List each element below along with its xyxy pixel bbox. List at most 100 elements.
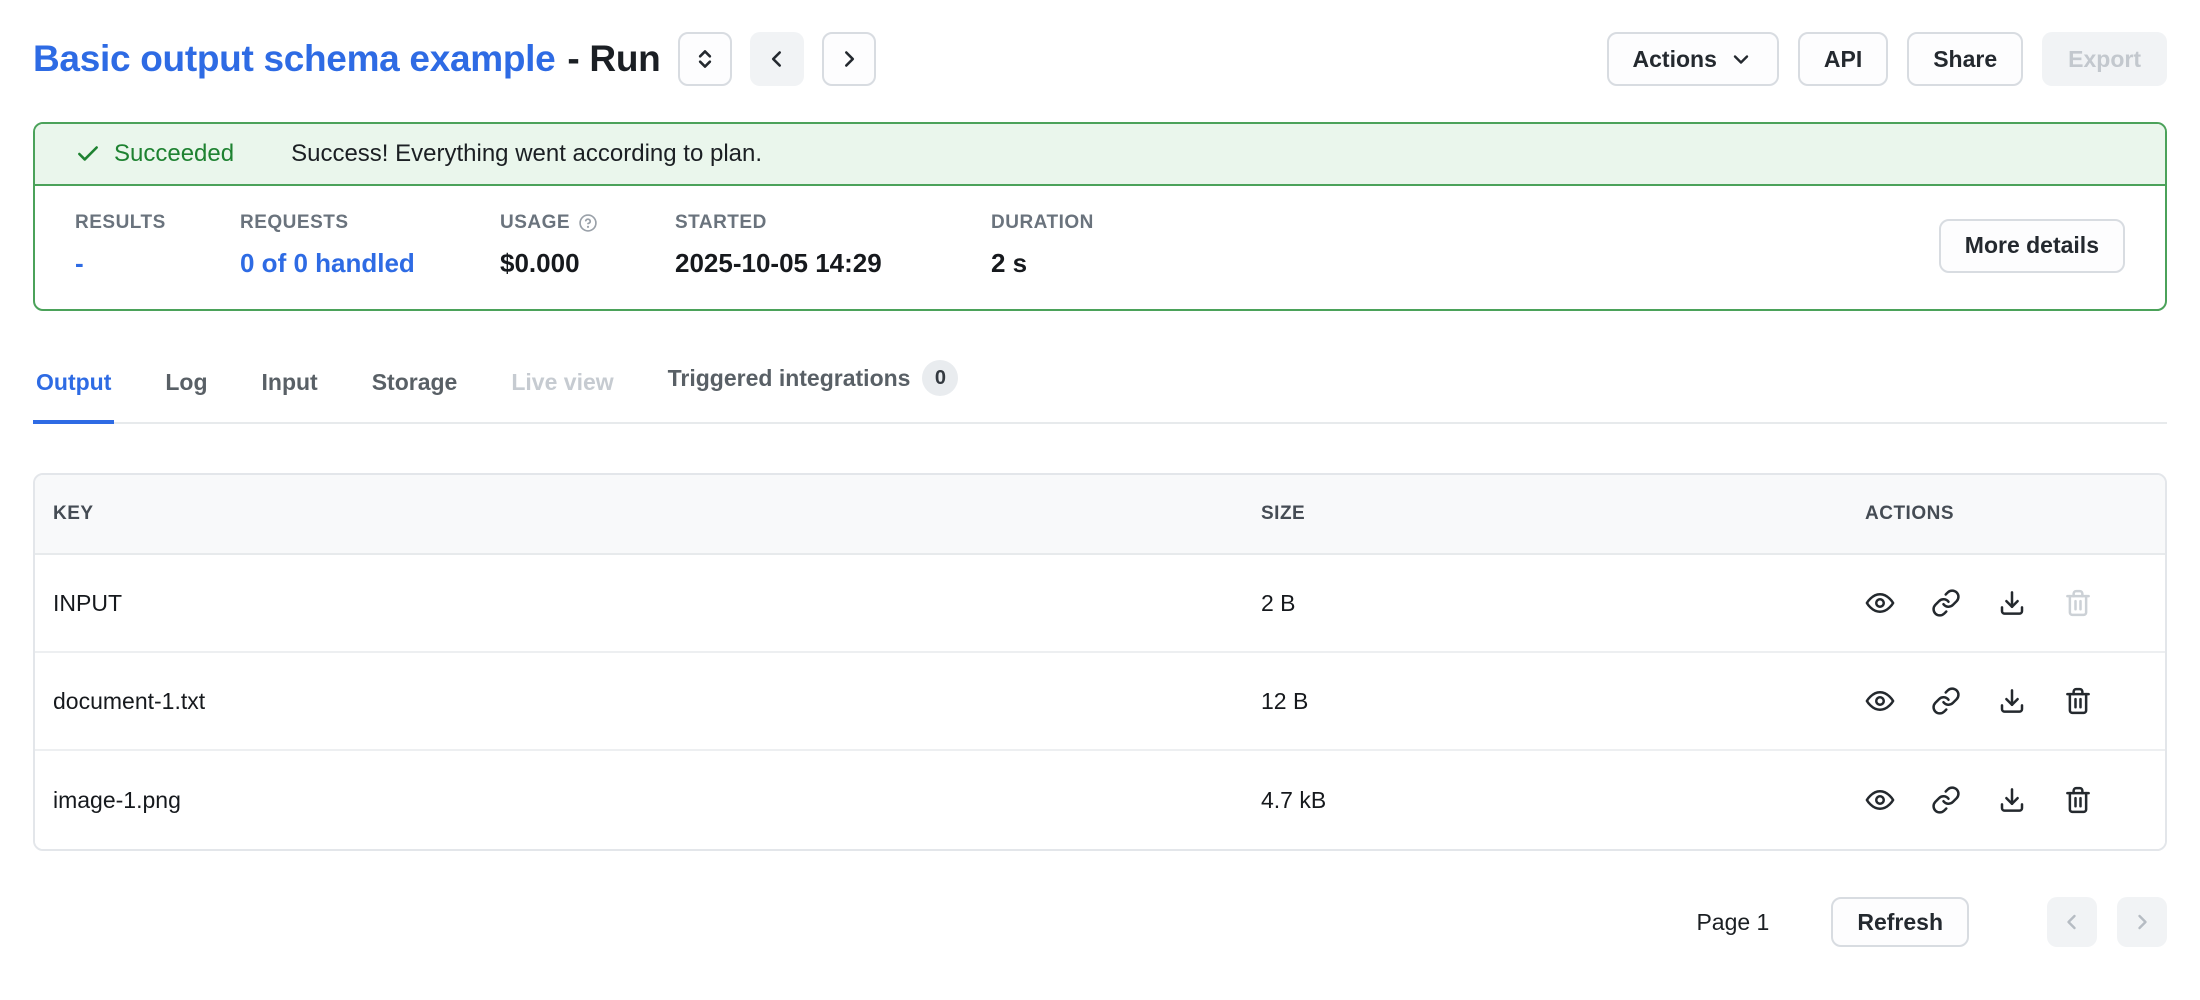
stat-results: Results - [75, 212, 240, 279]
table-row: document-1.txt 12 B [35, 653, 2165, 751]
preview-button[interactable] [1865, 785, 1895, 815]
copy-link-button[interactable] [1931, 588, 1961, 618]
download-icon [1997, 588, 2027, 618]
table-row: INPUT 2 B [35, 555, 2165, 653]
tab-live-view-label: Live view [511, 369, 613, 396]
check-icon [75, 141, 101, 167]
stat-results-value[interactable]: - [75, 248, 240, 279]
refresh-button[interactable]: Refresh [1831, 897, 1969, 947]
tab-input-label: Input [262, 369, 318, 396]
chevron-left-icon [2060, 910, 2084, 934]
header-actions: Actions API Share Export [1607, 32, 2167, 86]
tab-triggered-integrations-label: Triggered integrations [668, 365, 911, 392]
run-tabs: Output Log Input Storage Live view Trigg… [33, 360, 2167, 424]
trash-icon [2063, 588, 2093, 618]
trash-icon [2063, 686, 2093, 716]
row-key[interactable]: document-1.txt [53, 688, 1261, 715]
row-actions [1865, 686, 2147, 716]
stat-requests-label: Requests [240, 212, 500, 234]
page-indicator: Page 1 [1696, 909, 1769, 936]
help-circle-icon[interactable] [578, 213, 598, 233]
link-icon [1931, 588, 1961, 618]
link-icon [1931, 686, 1961, 716]
status-banner: Succeeded Success! Everything went accor… [35, 124, 2165, 186]
tab-output[interactable]: Output [33, 369, 114, 424]
delete-button[interactable] [2063, 686, 2093, 716]
tab-live-view: Live view [508, 369, 616, 424]
download-icon [1997, 686, 2027, 716]
trash-icon [2063, 785, 2093, 815]
chevron-right-icon [836, 46, 862, 72]
title-group: Basic output schema example - Run [33, 32, 876, 86]
download-icon [1997, 785, 2027, 815]
next-run-button[interactable] [822, 32, 876, 86]
more-details-label: More details [1965, 232, 2099, 259]
previous-run-button[interactable] [750, 32, 804, 86]
tab-input[interactable]: Input [259, 369, 321, 424]
copy-link-button[interactable] [1931, 785, 1961, 815]
tab-log-label: Log [165, 369, 207, 396]
eye-icon [1865, 785, 1895, 815]
export-button-label: Export [2068, 46, 2141, 73]
share-button[interactable]: Share [1907, 32, 2023, 86]
top-bar: Basic output schema example - Run Action… [33, 28, 2167, 90]
preview-button[interactable] [1865, 588, 1895, 618]
table-row: image-1.png 4.7 kB [35, 751, 2165, 849]
refresh-button-label: Refresh [1857, 909, 1943, 936]
actions-dropdown-button[interactable]: Actions [1607, 32, 1779, 86]
column-header-size: Size [1261, 503, 1865, 525]
delete-button [2063, 588, 2093, 618]
status-state-label: Succeeded [114, 140, 234, 168]
download-button[interactable] [1997, 785, 2027, 815]
stat-results-label: Results [75, 212, 240, 234]
eye-icon [1865, 588, 1895, 618]
tab-log[interactable]: Log [162, 369, 210, 424]
row-size: 12 B [1261, 688, 1865, 715]
page-title: Basic output schema example - Run [33, 38, 660, 80]
stat-requests-value-link[interactable]: 0 of 0 handled [240, 248, 500, 279]
row-actions [1865, 785, 2147, 815]
more-details-button[interactable]: More details [1939, 219, 2125, 273]
stat-usage: Usage $0.000 [500, 212, 675, 279]
stat-duration-label: Duration [991, 212, 1939, 234]
delete-button[interactable] [2063, 785, 2093, 815]
previous-page-button [2047, 897, 2097, 947]
tab-triggered-integrations[interactable]: Triggered integrations 0 [665, 360, 962, 424]
api-button[interactable]: API [1798, 32, 1888, 86]
actions-dropdown-label: Actions [1633, 46, 1717, 73]
link-icon [1931, 785, 1961, 815]
row-key[interactable]: image-1.png [53, 787, 1261, 814]
eye-icon [1865, 686, 1895, 716]
run-detail-page: Basic output schema example - Run Action… [0, 0, 2200, 947]
tab-storage-label: Storage [372, 369, 458, 396]
copy-link-button[interactable] [1931, 686, 1961, 716]
api-button-label: API [1824, 46, 1862, 73]
tab-storage[interactable]: Storage [369, 369, 461, 424]
column-header-actions: Actions [1865, 503, 2147, 525]
download-button[interactable] [1997, 686, 2027, 716]
run-status-card: Succeeded Success! Everything went accor… [33, 122, 2167, 311]
download-button[interactable] [1997, 588, 2027, 618]
tab-output-label: Output [36, 369, 111, 396]
status-message: Success! Everything went according to pl… [291, 140, 762, 168]
title-run-suffix: - Run [567, 38, 660, 80]
chevron-left-icon [764, 46, 790, 72]
export-button: Export [2042, 32, 2167, 86]
next-page-button [2117, 897, 2167, 947]
stat-usage-value: $0.000 [500, 248, 675, 279]
triggered-integrations-count-badge: 0 [922, 360, 958, 396]
table-header-row: Key Size Actions [35, 475, 2165, 555]
stat-started: Started 2025-10-05 14:29 [675, 212, 991, 279]
stat-started-label: Started [675, 212, 991, 234]
column-header-key: Key [53, 503, 1261, 525]
preview-button[interactable] [1865, 686, 1895, 716]
stat-usage-label-text: Usage [500, 212, 570, 234]
row-size: 2 B [1261, 590, 1865, 617]
actor-title-link[interactable]: Basic output schema example [33, 38, 555, 80]
stat-requests: Requests 0 of 0 handled [240, 212, 500, 279]
more-details-wrap: More details [1939, 219, 2125, 273]
stat-started-value: 2025-10-05 14:29 [675, 248, 991, 279]
run-selector-button[interactable] [678, 32, 732, 86]
status-badge: Succeeded [75, 140, 234, 168]
row-key[interactable]: INPUT [53, 590, 1261, 617]
